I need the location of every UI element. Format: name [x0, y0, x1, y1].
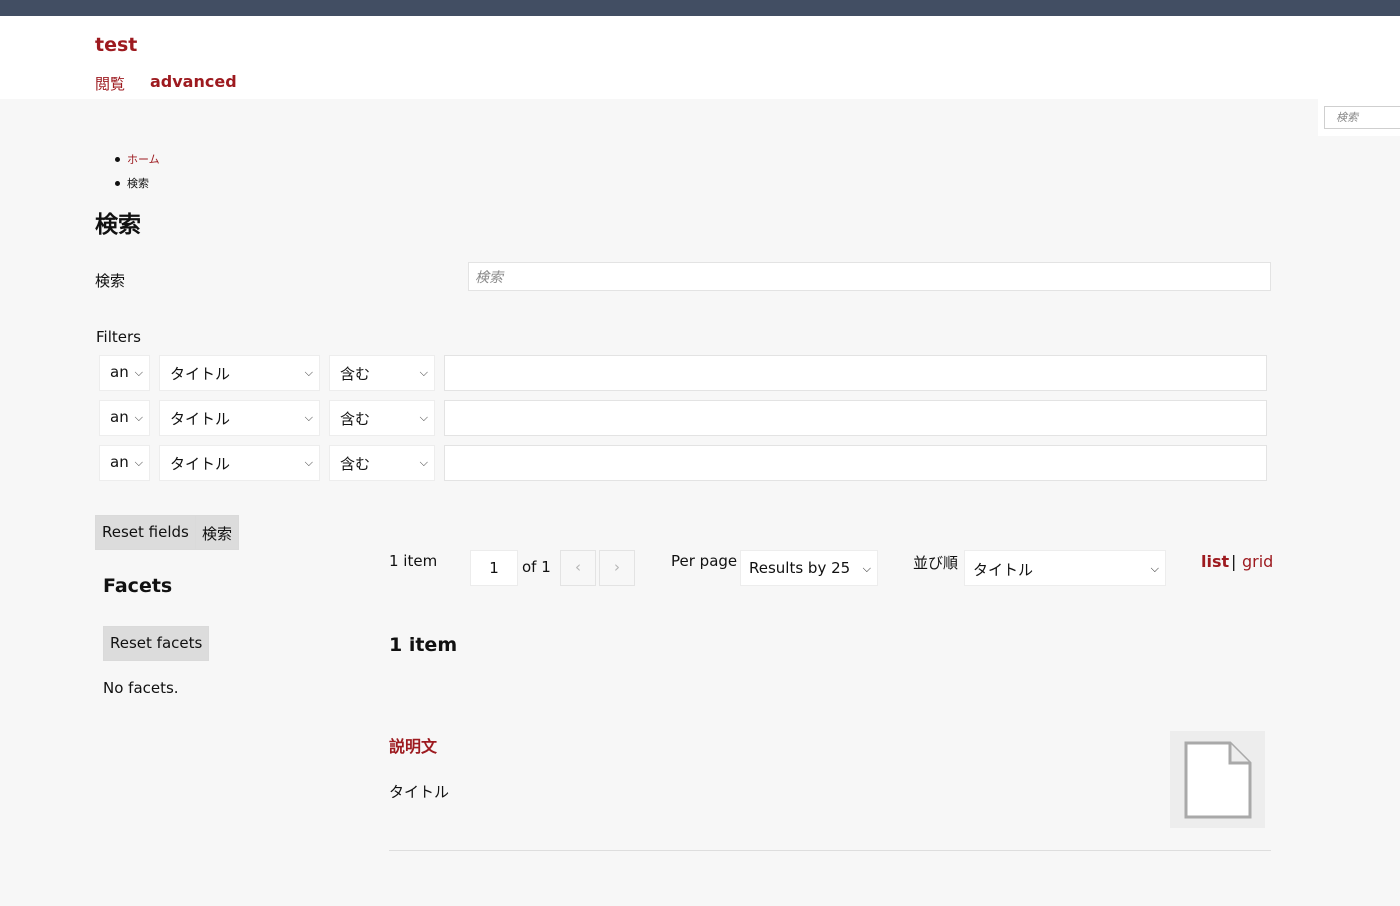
site-title[interactable]: test	[95, 34, 137, 56]
filter-operator-value: 含む	[340, 410, 371, 428]
sort-select[interactable]: タイトル ⌵	[964, 550, 1166, 586]
filters-label: Filters	[96, 328, 141, 346]
bullet	[115, 156, 120, 162]
chevron-down-icon: ⌵	[304, 456, 313, 469]
no-facets-text: No facets.	[103, 679, 179, 697]
result-thumbnail[interactable]	[1170, 731, 1265, 828]
breadcrumb-current: 検索	[115, 175, 149, 191]
filter-join-value: an	[110, 408, 129, 426]
site-header: test 閲覧 advanced	[0, 16, 1400, 99]
filter-operator-value: 含む	[340, 455, 371, 473]
filter-join-select[interactable]: an ⌵	[99, 445, 150, 481]
next-page-button[interactable]: ›	[599, 550, 635, 586]
chevron-down-icon: ⌵	[1150, 562, 1159, 575]
breadcrumb-current-label: 検索	[127, 177, 149, 190]
breadcrumb-home-label[interactable]: ホーム	[127, 151, 160, 167]
page-title: 検索	[95, 212, 141, 238]
search-input[interactable]: 検索	[468, 262, 1271, 291]
filter-field-value: タイトル	[170, 365, 231, 383]
nav-browse-link[interactable]: 閲覧	[95, 73, 125, 94]
filter-field-select[interactable]: タイトル ⌵	[159, 400, 320, 436]
chevron-down-icon: ⌵	[134, 411, 143, 424]
chevron-down-icon: ⌵	[304, 411, 313, 424]
result-item-meta: タイトル	[389, 783, 450, 801]
per-page-select[interactable]: Results by 25 ⌵	[740, 550, 878, 586]
chevron-down-icon: ⌵	[419, 411, 428, 424]
filter-join-value: an	[110, 363, 129, 381]
results-heading: 1 item	[389, 634, 458, 656]
filter-join-select[interactable]: an ⌵	[99, 400, 150, 436]
breadcrumb-home[interactable]: ホーム	[115, 151, 160, 167]
filter-field-value: タイトル	[170, 455, 231, 473]
view-list-link[interactable]: list	[1201, 552, 1229, 571]
filter-operator-select[interactable]: 含む ⌵	[329, 400, 435, 436]
nav-advanced-link[interactable]: advanced	[150, 72, 237, 91]
filter-value-input[interactable]	[444, 355, 1267, 391]
per-page-value: Results by 25	[749, 559, 851, 577]
search-button[interactable]: 検索	[195, 515, 240, 550]
search-label: 検索	[95, 272, 126, 290]
filter-row: an ⌵ タイトル ⌵ 含む ⌵	[0, 400, 1400, 436]
chevron-left-icon: ‹	[575, 558, 581, 576]
filter-field-value: タイトル	[170, 410, 231, 428]
filter-operator-select[interactable]: 含む ⌵	[329, 355, 435, 391]
chevron-down-icon: ⌵	[134, 456, 143, 469]
side-search-input[interactable]: 検索	[1324, 106, 1400, 129]
filter-value-input[interactable]	[444, 445, 1267, 481]
page-total: of 1	[522, 558, 551, 576]
facets-heading: Facets	[103, 575, 173, 597]
filter-row: an ⌵ タイトル ⌵ 含む ⌵	[0, 445, 1400, 481]
filter-field-select[interactable]: タイトル ⌵	[159, 355, 320, 391]
chevron-down-icon: ⌵	[419, 456, 428, 469]
result-divider	[389, 850, 1271, 851]
reset-fields-button[interactable]: Reset fields	[95, 515, 196, 550]
filter-operator-value: 含む	[340, 365, 371, 383]
filter-value-input[interactable]	[444, 400, 1267, 436]
filter-join-value: an	[110, 453, 129, 471]
chevron-down-icon: ⌵	[419, 366, 428, 379]
chevron-right-icon: ›	[614, 558, 620, 576]
prev-page-button[interactable]: ‹	[560, 550, 596, 586]
filter-join-select[interactable]: an ⌵	[99, 355, 150, 391]
result-item-title[interactable]: 説明文	[389, 733, 437, 757]
chevron-down-icon: ⌵	[304, 366, 313, 379]
view-separator: |	[1231, 552, 1237, 571]
filter-field-select[interactable]: タイトル ⌵	[159, 445, 320, 481]
per-page-label: Per page	[671, 552, 738, 570]
sort-value: タイトル	[973, 561, 1034, 579]
filter-row: an ⌵ タイトル ⌵ 含む ⌵	[0, 355, 1400, 391]
file-icon	[1184, 741, 1251, 818]
sort-label: 並び順	[913, 554, 959, 572]
result-count: 1 item	[389, 552, 438, 570]
filter-operator-select[interactable]: 含む ⌵	[329, 445, 435, 481]
page-number-input[interactable]: 1	[470, 550, 518, 586]
chevron-down-icon: ⌵	[134, 366, 143, 379]
reset-facets-button[interactable]: Reset facets	[103, 626, 210, 661]
bullet	[115, 180, 120, 186]
top-bar	[0, 0, 1400, 16]
chevron-down-icon: ⌵	[862, 562, 871, 575]
view-grid-link[interactable]: grid	[1242, 552, 1273, 571]
